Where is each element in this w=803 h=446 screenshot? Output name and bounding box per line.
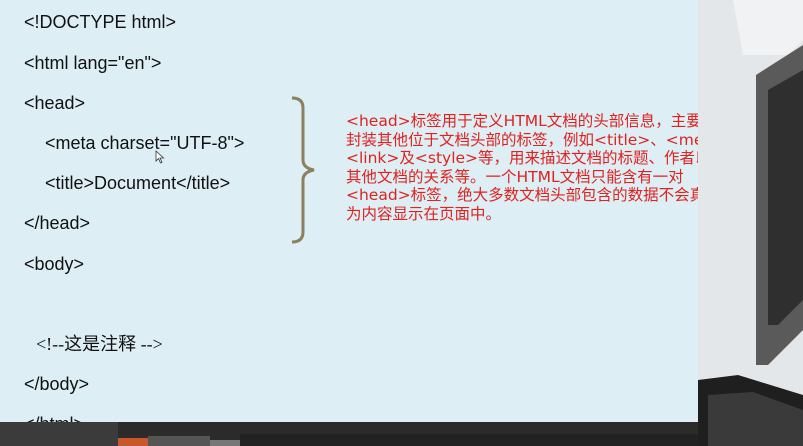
mouse-cursor-icon (155, 150, 165, 164)
code-line-meta: <meta charset="UTF-8"> (45, 133, 245, 153)
code-line-title: <title>Document</title> (45, 173, 231, 193)
code-line-head-open: <head> (24, 93, 86, 113)
curly-brace-icon (291, 96, 315, 244)
code-line-body-close: </body> (24, 374, 90, 394)
bottom-decoration (0, 422, 698, 446)
code-line-html-open: <html lang="en"> (24, 53, 162, 73)
code-line-body-open: <body> (24, 254, 85, 274)
slide: <!DOCTYPE html> <html lang="en"> <head> … (0, 0, 747, 434)
code-line-head-close: </head> (24, 213, 91, 233)
side-decoration (698, 0, 803, 446)
code-line-comment: <!--这是注释 --> (36, 334, 163, 354)
code-line-doctype: <!DOCTYPE html> (24, 12, 177, 32)
